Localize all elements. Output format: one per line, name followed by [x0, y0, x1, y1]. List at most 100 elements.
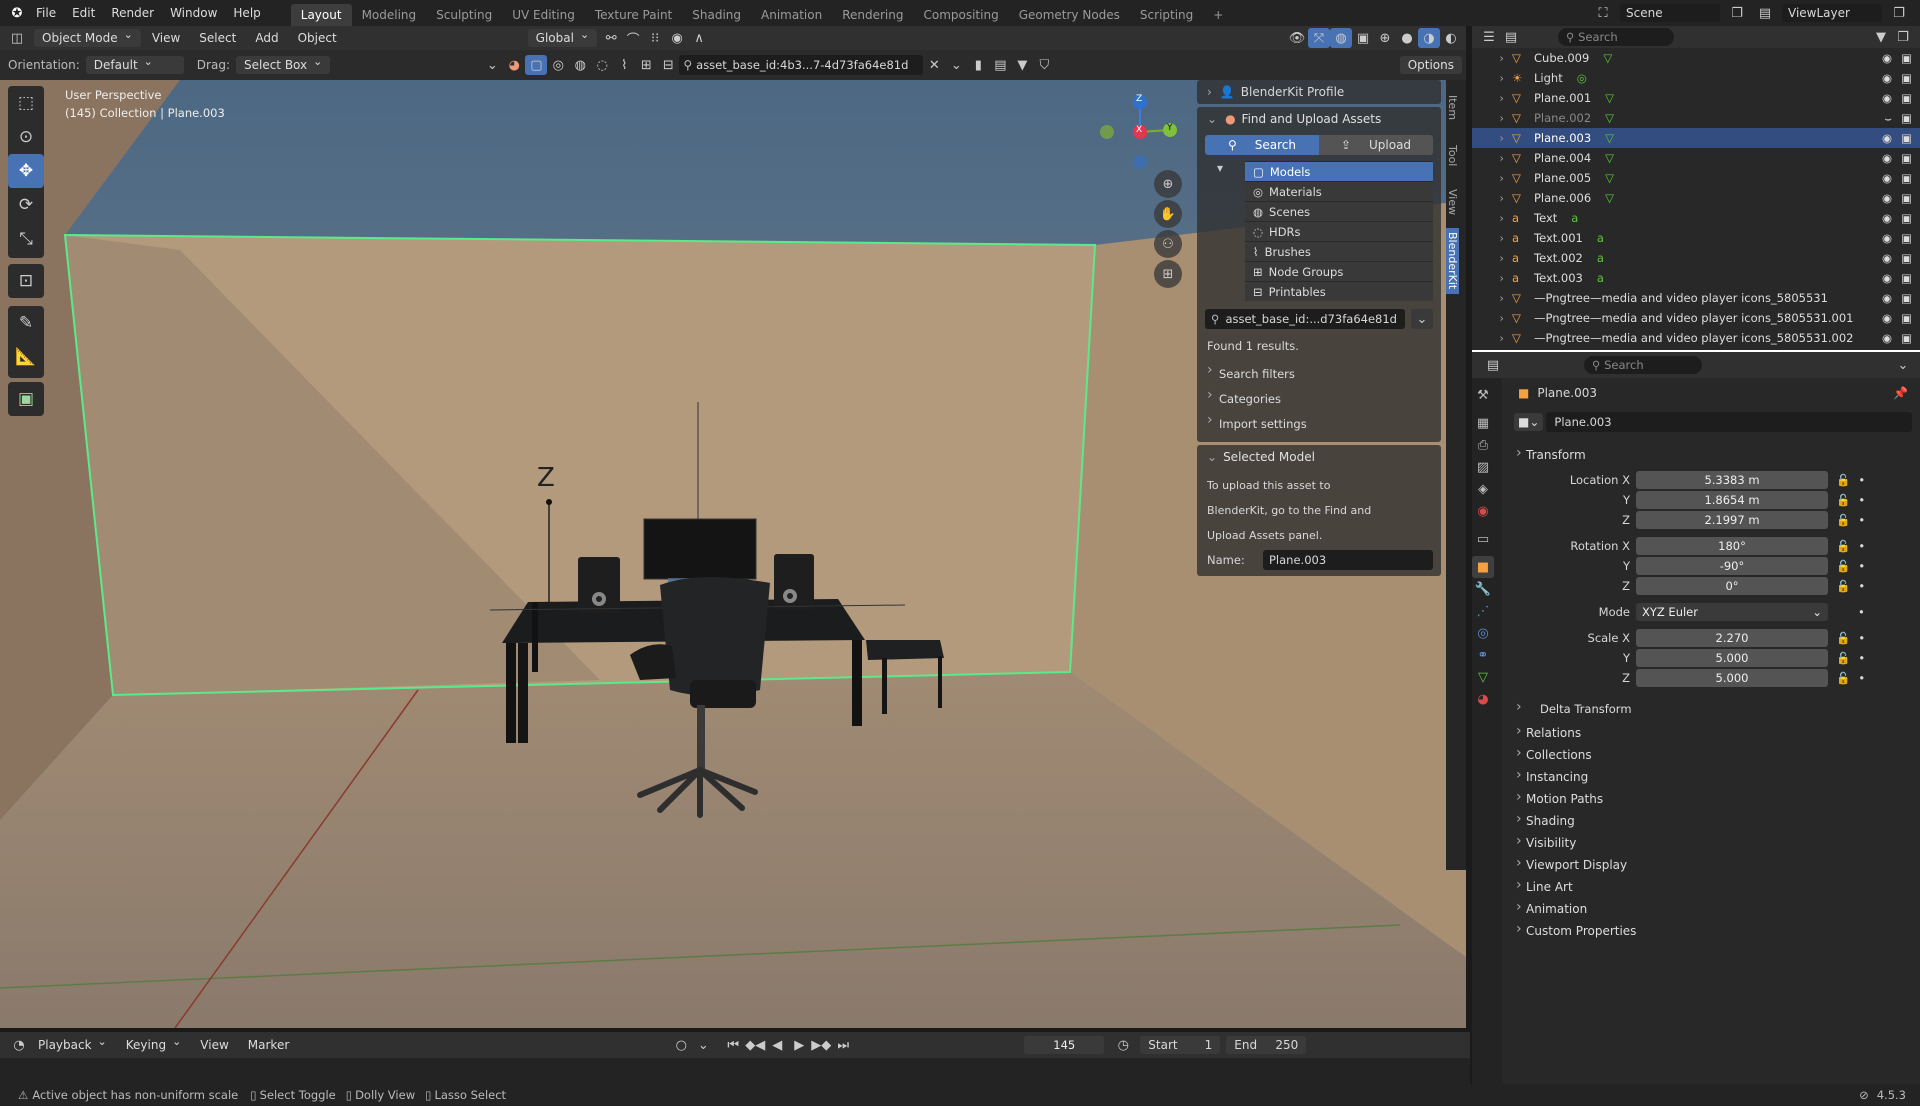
menu-window[interactable]: Window [162, 6, 225, 20]
lock-icon[interactable]: 🔓 [1836, 631, 1850, 645]
outliner-item[interactable]: › ▽ Plane.005 ▽ ◉ ▣ [1472, 168, 1920, 188]
record-icon[interactable]: ○ [670, 1035, 692, 1055]
clear-search-icon[interactable]: ✕ [923, 55, 945, 75]
rotation-x-field[interactable]: 180° [1636, 537, 1828, 555]
record-options-icon[interactable]: ⌄ [692, 1035, 714, 1055]
mesh-data-icon[interactable]: ▽ [1605, 91, 1614, 105]
text-data-icon[interactable]: a [1597, 251, 1604, 265]
visibility-icon[interactable]: 👁 [1286, 28, 1308, 48]
select-box-tool-icon[interactable]: ⬚ [8, 86, 44, 120]
upload-tab-button[interactable]: ⇪ Upload [1319, 135, 1433, 155]
menu-view[interactable]: View [144, 29, 188, 47]
tab-shading[interactable]: Shading [682, 4, 751, 26]
jump-end-icon[interactable]: ⏭ [832, 1035, 854, 1055]
render-camera-icon[interactable]: ▣ [1901, 171, 1912, 185]
view-options-icon[interactable]: ▤ [989, 55, 1011, 75]
category-printables[interactable]: ⊟ Printables [1245, 281, 1433, 301]
material-shading-icon[interactable]: ◑ [1418, 28, 1440, 48]
category-hdrs[interactable]: ◌ HDRs [1245, 221, 1433, 241]
search-history-icon[interactable]: ⌄ [945, 55, 967, 75]
pivot-icon[interactable]: ⚯ [600, 28, 622, 48]
profile-panel-header[interactable]: › 👤 BlenderKit Profile [1197, 80, 1441, 104]
transform-orientation-select[interactable]: Global [527, 29, 598, 47]
visibility-eye-icon[interactable]: ◉ [1882, 331, 1892, 345]
outliner-item[interactable]: › ▽ —Pngtree—media and video player icons_… [1472, 328, 1920, 348]
render-camera-icon[interactable]: ▣ [1901, 151, 1912, 165]
visibility-eye-icon[interactable]: ◉ [1882, 151, 1892, 165]
overlay-icon[interactable]: ◍ [1330, 28, 1352, 48]
viewlayer-icon[interactable]: ▤ [1754, 3, 1776, 23]
visibility-eye-icon[interactable]: ◉ [1882, 171, 1892, 185]
outliner-item[interactable]: › ▽ Cube.009 ▽ ◉ ▣ [1472, 48, 1920, 68]
expand-chevron-icon[interactable]: › [1472, 311, 1512, 325]
keyframe-dot-icon[interactable]: • [1858, 493, 1865, 507]
render-camera-icon[interactable]: ▣ [1901, 251, 1912, 265]
current-frame-field[interactable]: 145 [1024, 1036, 1105, 1054]
scale-tool-icon[interactable]: ⤡ [8, 222, 44, 256]
lock-icon[interactable]: 🔓 [1836, 539, 1850, 553]
properties-section-header[interactable]: Relations [1506, 722, 1920, 744]
menu-edit[interactable]: Edit [64, 6, 103, 20]
tab-tool[interactable]: Tool [1446, 136, 1459, 176]
gizmo-icon[interactable]: ⤧ [1308, 28, 1330, 48]
tab-scripting[interactable]: Scripting [1130, 4, 1203, 26]
tab-rendering[interactable]: Rendering [832, 4, 913, 26]
filter-icon[interactable]: ▼ [1011, 55, 1033, 75]
expand-chevron-icon[interactable]: › [1472, 231, 1512, 245]
render-camera-icon[interactable]: ▣ [1901, 131, 1912, 145]
render-tab-icon[interactable]: ▦ [1472, 412, 1494, 434]
categories-section[interactable]: Categories [1197, 386, 1441, 411]
lock-icon[interactable]: 🔓 [1836, 513, 1850, 527]
tab-compositing[interactable]: Compositing [913, 4, 1008, 26]
shield-icon[interactable]: ⛉ [1033, 55, 1055, 75]
scale-x-field[interactable]: 2.270 [1636, 629, 1828, 647]
render-camera-icon[interactable]: ▣ [1901, 311, 1912, 325]
keyframe-dot-icon[interactable]: • [1858, 579, 1865, 593]
lock-icon[interactable]: 🔓 [1836, 651, 1850, 665]
constraints-tab-icon[interactable]: ⚭ [1472, 644, 1494, 666]
modifier-tab-icon[interactable]: 🔧 [1472, 578, 1494, 600]
ortho-grid-icon[interactable]: ⊞ [1154, 260, 1182, 288]
search-dropdown-icon[interactable]: ⌄ [1411, 309, 1433, 329]
outliner-item[interactable]: › a Text.001 a ◉ ▣ [1472, 228, 1920, 248]
lock-icon[interactable]: 🔓 [1836, 493, 1850, 507]
render-camera-icon[interactable]: ▣ [1901, 231, 1912, 245]
outliner-item[interactable]: › ▽ —Pngtree—media and video player icons_… [1472, 308, 1920, 328]
measure-tool-icon[interactable]: 📐 [8, 340, 44, 374]
expand-chevron-icon[interactable]: › [1472, 291, 1512, 305]
tab-texture-paint[interactable]: Texture Paint [585, 4, 682, 26]
location-y-field[interactable]: 1.8654 m [1636, 491, 1828, 509]
playback-menu[interactable]: Playback [30, 1036, 115, 1054]
lock-icon[interactable]: 🔓 [1836, 671, 1850, 685]
rendered-shading-icon[interactable]: ◐ [1440, 28, 1462, 48]
orientation-select[interactable]: Default [85, 56, 184, 74]
search-tab-button[interactable]: ⚲ Search [1205, 135, 1319, 155]
mesh-data-icon[interactable]: ▽ [1603, 51, 1612, 65]
text-data-icon[interactable]: a [1597, 271, 1604, 285]
visibility-eye-icon[interactable]: ◉ [1882, 211, 1892, 225]
mesh-data-icon[interactable]: ▽ [1605, 171, 1614, 185]
timeline-area[interactable] [0, 1058, 1470, 1084]
asset-type-nodegroup-icon[interactable]: ⊞ [635, 55, 657, 75]
scene-icon[interactable]: ⛶ [1592, 3, 1614, 23]
xray-icon[interactable]: ▣ [1352, 28, 1374, 48]
visibility-eye-icon[interactable]: ◉ [1882, 131, 1892, 145]
visibility-eye-icon[interactable]: ◉ [1882, 191, 1892, 205]
visibility-eye-icon[interactable]: ◉ [1882, 271, 1892, 285]
outliner-editor-icon[interactable]: ☰ [1478, 27, 1500, 47]
keyframe-dot-icon[interactable]: • [1858, 671, 1865, 685]
tab-view[interactable]: View [1446, 182, 1459, 222]
keyframe-dot-icon[interactable]: • [1858, 473, 1865, 487]
visibility-eye-icon[interactable]: ◉ [1882, 231, 1892, 245]
asset-type-scene-icon[interactable]: ◍ [569, 55, 591, 75]
render-camera-icon[interactable]: ▣ [1901, 111, 1912, 125]
properties-section-header[interactable]: Motion Paths [1506, 788, 1920, 810]
mode-selector[interactable]: Object Mode [34, 29, 141, 47]
blenderkit-logo-icon[interactable]: ◕ [503, 55, 525, 75]
drag-select[interactable]: Select Box [235, 56, 331, 74]
rotate-tool-icon[interactable]: ⟳ [8, 188, 44, 222]
visibility-eye-icon[interactable]: ⌣ [1884, 111, 1892, 126]
solid-shading-icon[interactable]: ● [1396, 28, 1418, 48]
outliner-item[interactable]: › ▽ Plane.003 ▽ ◉ ▣ [1472, 128, 1920, 148]
material-tab-icon[interactable]: ◕ [1472, 688, 1494, 710]
